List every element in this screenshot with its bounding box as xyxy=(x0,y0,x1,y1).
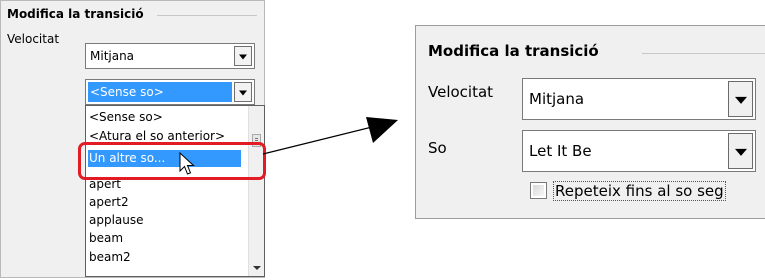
scroll-down-icon[interactable] xyxy=(253,266,261,270)
group-divider xyxy=(642,53,765,54)
sound-value: <Sense so> xyxy=(90,85,164,99)
callout-arrow-icon xyxy=(262,117,398,155)
speed-select[interactable]: Mitjana xyxy=(522,78,756,120)
speed-label: Velocitat xyxy=(7,32,60,46)
repeat-checkbox[interactable] xyxy=(530,182,547,199)
group-title: Modifica la transició xyxy=(428,42,599,60)
chevron-down-icon xyxy=(734,148,747,156)
list-item[interactable]: beam xyxy=(88,230,123,247)
mouse-pointer-icon xyxy=(179,152,195,175)
speed-dropdown-button[interactable] xyxy=(234,46,252,66)
repeat-checkbox-label[interactable]: Repeteix fins al so seg xyxy=(553,181,726,201)
chevron-down-icon xyxy=(734,96,747,104)
sound-dropdown-list[interactable]: <Sense so> <Atura el so anterior> Un alt… xyxy=(85,105,265,277)
speed-dropdown-button[interactable] xyxy=(728,81,753,117)
checkbox-inner xyxy=(533,185,544,196)
group-title: Modifica la transició xyxy=(7,7,144,21)
sound-label: So xyxy=(428,139,447,157)
sound-dropdown-button[interactable] xyxy=(234,82,252,102)
highlight-box xyxy=(78,142,266,180)
list-item[interactable]: apert2 xyxy=(88,194,129,211)
right-transition-panel: Modifica la transició Velocitat Mitjana … xyxy=(415,25,765,219)
speed-select[interactable]: Mitjana xyxy=(85,43,255,69)
sound-value: Let It Be xyxy=(529,142,592,160)
sound-dropdown-button[interactable] xyxy=(728,133,753,169)
speed-value: Mitjana xyxy=(529,90,585,108)
speed-label: Velocitat xyxy=(428,83,494,101)
group-divider xyxy=(157,15,257,16)
chevron-down-icon xyxy=(239,90,247,96)
chevron-down-icon xyxy=(239,54,247,60)
list-item[interactable]: <Sense so> xyxy=(88,109,163,126)
sound-select[interactable]: <Sense so> xyxy=(85,79,255,105)
list-item[interactable]: beam2 xyxy=(88,249,131,266)
list-item[interactable]: applause xyxy=(88,212,144,229)
sound-select[interactable]: Let It Be xyxy=(522,130,756,172)
speed-value: Mitjana xyxy=(90,49,135,63)
left-transition-panel: Modifica la transició Velocitat Mitjana … xyxy=(0,0,266,278)
